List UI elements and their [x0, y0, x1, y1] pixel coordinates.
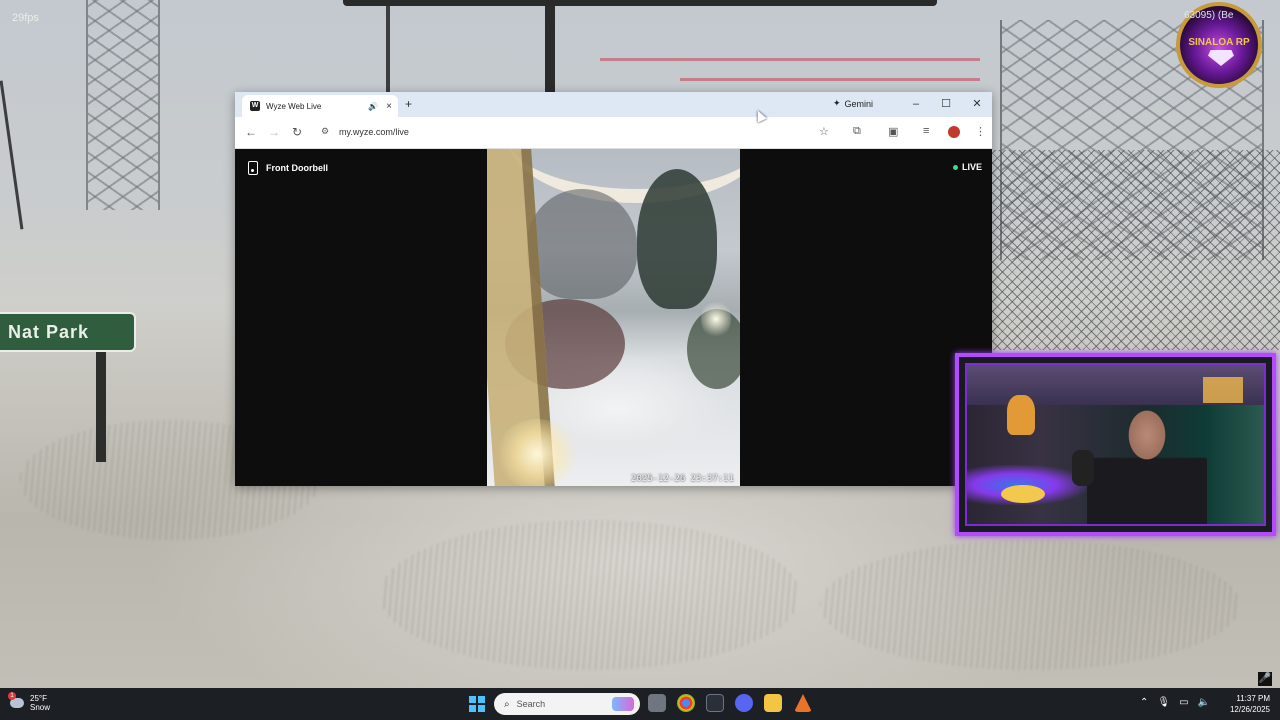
extensions-icon[interactable]: ⧉ [853, 125, 861, 138]
menu-kebab-icon[interactable]: ⋮ [975, 125, 986, 138]
maximize-button[interactable]: ☐ [935, 95, 957, 113]
search-placeholder: Search [516, 699, 546, 709]
tab-wyze-web-live[interactable]: W Wyze Web Live 🔊 × [242, 95, 398, 117]
nat-park-sign: Nat Park [0, 312, 136, 352]
volume-icon[interactable]: 🔈 [1198, 697, 1210, 708]
camera-name: Front Doorbell [266, 163, 328, 173]
task-view-icon[interactable] [648, 694, 666, 712]
room-picture [1203, 377, 1243, 403]
back-arrow-icon[interactable]: ← [245, 125, 257, 139]
weather-widget[interactable]: 1 25°F Snow [8, 692, 51, 712]
chevron-up-icon[interactable]: ⌃ [1140, 697, 1148, 708]
microphone [1072, 450, 1094, 486]
fps-counter: 29fps [12, 12, 39, 24]
power-tower [86, 0, 160, 210]
webcam-frame [965, 363, 1266, 526]
browser-titlebar[interactable]: W Wyze Web Live 🔊 × + ✦ Gemini – ☐ ✕ [235, 92, 992, 117]
porch-light-glow [497, 419, 577, 486]
overlay-top-strip [343, 0, 937, 6]
system-tray: ⌃ 🎙 ▭ 🔈 [1140, 697, 1210, 708]
close-window-button[interactable]: ✕ [966, 95, 988, 113]
speaker-icon[interactable]: 🔊 [368, 102, 378, 111]
logo-text: SINALOA RP [1188, 36, 1250, 48]
streamer [1087, 385, 1207, 524]
player-id-text: 63095) (Be [1184, 10, 1234, 21]
browser-toolbar: ← → ↻ ⚙ my.wyze.com/live ☆ ⧉ ▣ ≡ ⋮ [235, 117, 992, 149]
street-light-glow [701, 299, 731, 339]
gem-icon [1208, 50, 1234, 66]
camera-timestamp: 2025-12-26 23:37:11 [631, 474, 734, 484]
chainlink-fence [992, 150, 1280, 350]
wyze-live-view: Front Doorbell LIVE 2025-12-26 23:37:11 [235, 149, 992, 486]
profile-avatar-icon[interactable] [948, 126, 960, 138]
live-badge: LIVE [952, 162, 982, 172]
live-label: LIVE [961, 162, 982, 172]
new-tab-button[interactable]: + [405, 97, 412, 111]
microphone-icon[interactable]: 🎙 [1157, 697, 1170, 708]
street-light-pole [0, 80, 24, 230]
minimize-button[interactable]: – [905, 95, 927, 113]
evergreen-tree [637, 169, 717, 309]
streamer-webcam [955, 353, 1276, 536]
close-tab-icon[interactable]: × [386, 101, 392, 112]
clock-time: 11:37 PM [1236, 694, 1270, 703]
camera-feed[interactable]: 2025-12-26 23:37:11 [487, 149, 740, 486]
site-info-icon[interactable]: ⚙ [321, 126, 329, 137]
collectible-figure [1007, 395, 1035, 435]
grass-patch [380, 520, 800, 670]
search-highlight-icon [612, 697, 634, 711]
grass-patch [820, 540, 1240, 670]
notification-badge: 1 [8, 692, 16, 700]
steel-beam [600, 58, 980, 61]
browser-window: W Wyze Web Live 🔊 × + ✦ Gemini – ☐ ✕ ← →… [235, 92, 992, 486]
live-dot-icon [952, 164, 958, 170]
doorbell-icon [248, 161, 258, 175]
screen-share-icon[interactable]: ▣ [888, 125, 898, 138]
steel-beam [680, 78, 980, 81]
taskbar-clock[interactable]: 11:37 PM 12/26/2025 [1230, 693, 1270, 715]
file-explorer-icon[interactable] [764, 694, 782, 712]
gemini-label: Gemini [844, 98, 874, 109]
weather-condition: Snow [30, 703, 51, 712]
taskbar-search[interactable]: ⌕ Search [494, 693, 640, 715]
discord-icon[interactable] [735, 694, 753, 712]
tree [527, 189, 637, 299]
clock-date: 12/26/2025 [1229, 705, 1270, 714]
forward-arrow-icon[interactable]: → [268, 125, 280, 139]
bookmark-star-icon[interactable]: ☆ [819, 125, 829, 138]
reload-icon[interactable]: ↻ [292, 125, 302, 139]
gemini-sparkle-icon: ✦ [833, 98, 841, 108]
tab-title: Wyze Web Live [266, 101, 322, 111]
wyze-favicon-icon: W [250, 101, 260, 111]
chrome-icon[interactable] [677, 694, 695, 712]
gemini-button[interactable]: ✦ Gemini [833, 98, 873, 109]
media-controls-icon[interactable]: ≡ [923, 125, 929, 137]
cloud-snow-icon: 1 [8, 692, 24, 708]
banana-plush [1001, 485, 1045, 503]
windows-start-icon[interactable] [469, 696, 485, 712]
app-triangle-icon[interactable] [794, 694, 812, 712]
weather-temp: 25°F [30, 694, 47, 703]
search-icon: ⌕ [504, 698, 510, 710]
mic-status-icon: 🎤 [1258, 672, 1272, 686]
utility-pole [386, 0, 390, 95]
network-icon[interactable]: ▭ [1179, 697, 1188, 708]
sign-post [96, 352, 106, 462]
camera-title: Front Doorbell [248, 161, 328, 175]
windows-taskbar: 1 25°F Snow ⌕ Search ⌃ 🎙 ▭ 🔈 11:37 PM 12… [0, 688, 1280, 720]
address-bar[interactable]: my.wyze.com/live [339, 127, 409, 137]
obs-icon[interactable] [706, 694, 724, 712]
utility-pole [545, 0, 555, 95]
